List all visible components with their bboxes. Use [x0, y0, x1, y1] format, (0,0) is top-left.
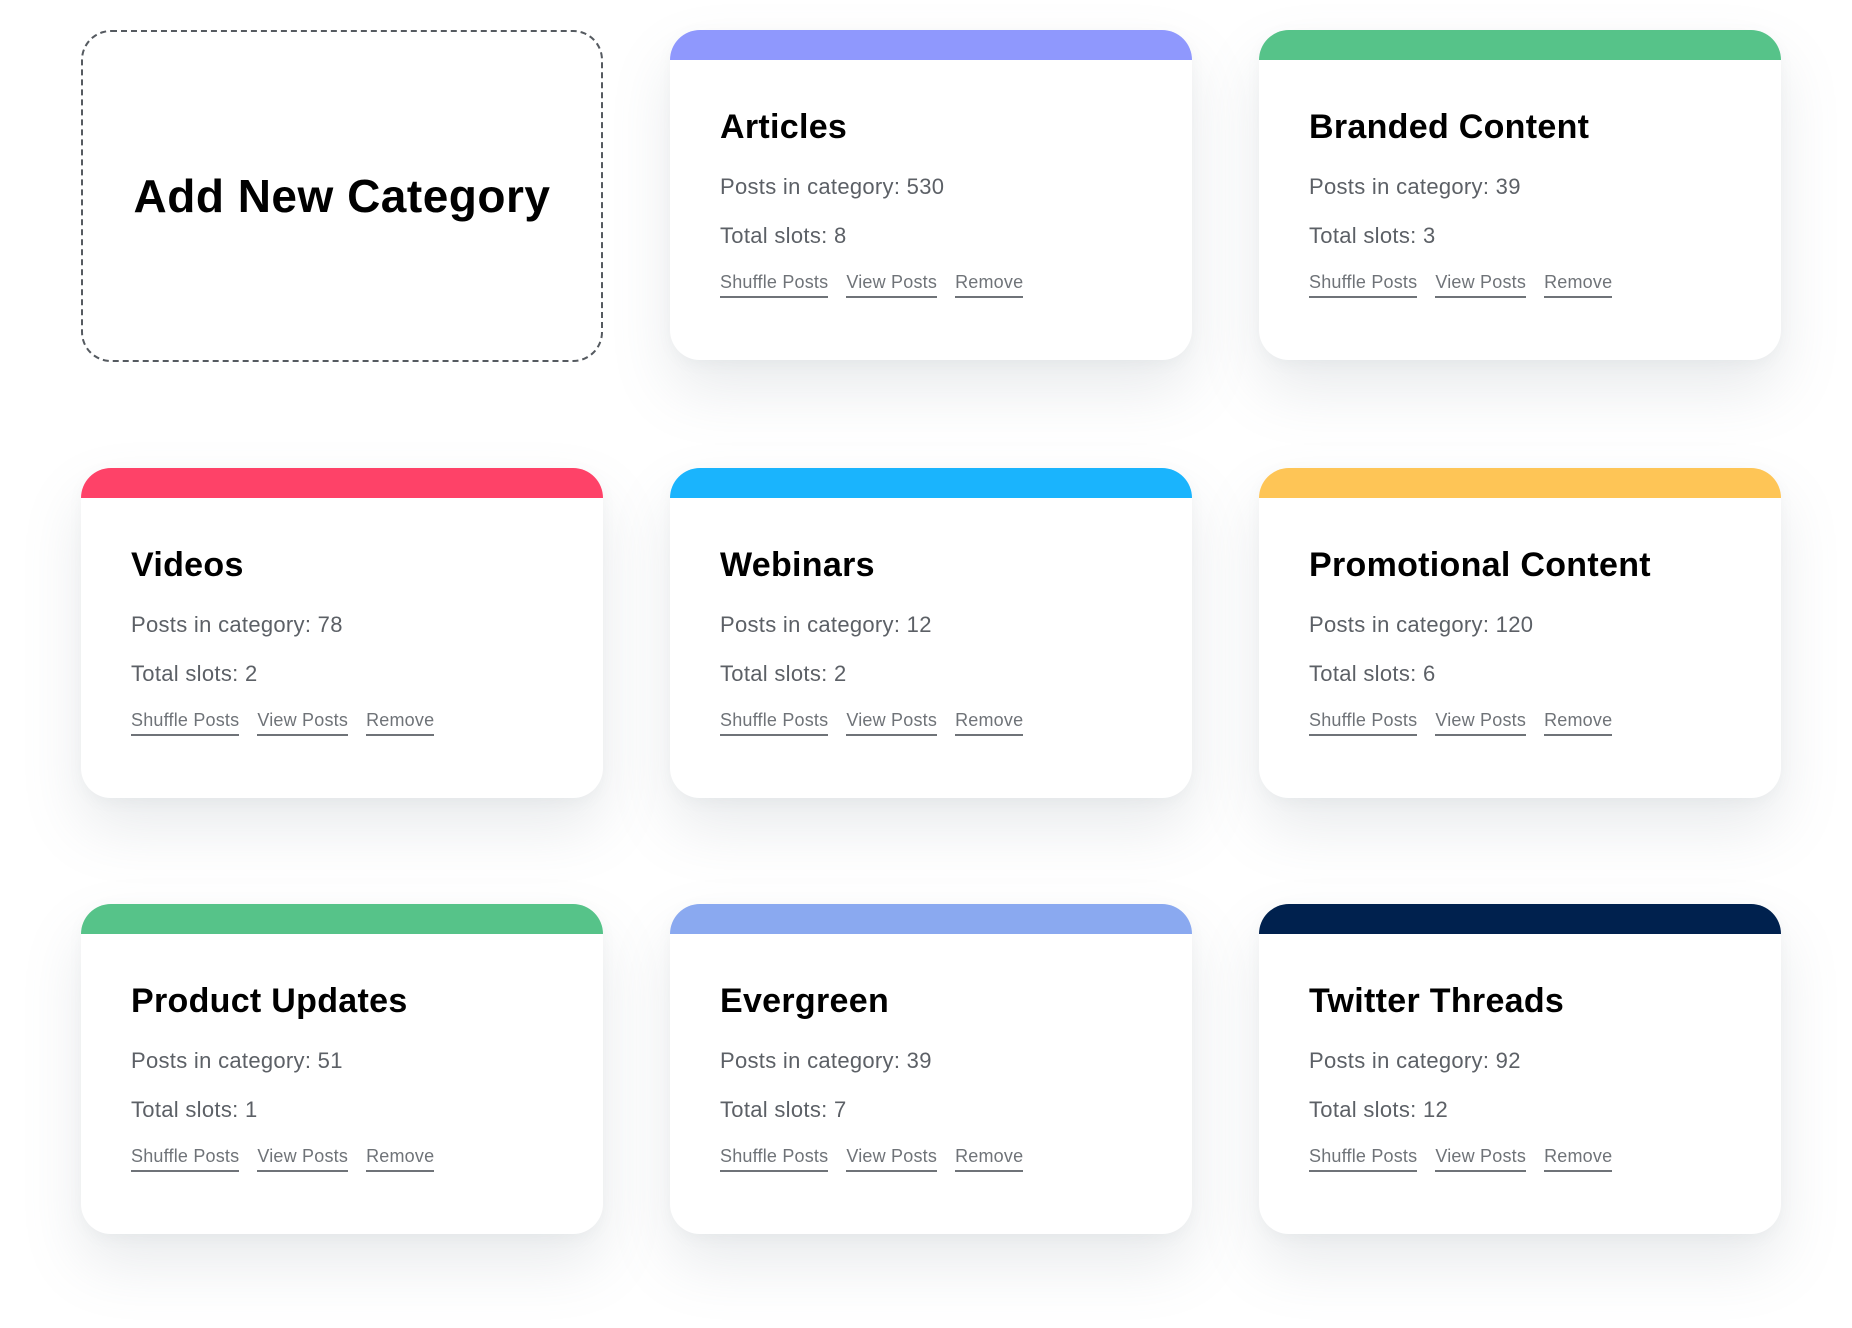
total-slots: Total slots: 7 — [720, 1097, 847, 1122]
view-posts-link[interactable]: View Posts — [257, 710, 349, 736]
category-actions: Shuffle Posts View Posts Remove — [1309, 272, 1781, 298]
category-color-bar — [81, 468, 603, 498]
posts-in-category: Posts in category: 39 — [720, 1048, 932, 1073]
view-posts-link[interactable]: View Posts — [1435, 272, 1527, 298]
shuffle-posts-link[interactable]: Shuffle Posts — [720, 1146, 829, 1172]
view-posts-link[interactable]: View Posts — [846, 1146, 938, 1172]
category-card-evergreen: Evergreen Posts in category: 39 Total sl… — [670, 904, 1192, 1234]
total-slots: Total slots: 2 — [720, 661, 847, 686]
remove-link[interactable]: Remove — [1544, 272, 1613, 298]
posts-in-category: Posts in category: 92 — [1309, 1048, 1521, 1073]
shuffle-posts-link[interactable]: Shuffle Posts — [1309, 272, 1418, 298]
category-card-twitter-threads: Twitter Threads Posts in category: 92 To… — [1259, 904, 1781, 1234]
posts-in-category: Posts in category: 51 — [131, 1048, 343, 1073]
add-new-category-label: Add New Category — [133, 170, 551, 222]
view-posts-link[interactable]: View Posts — [846, 710, 938, 736]
category-card-promotional-content: Promotional Content Posts in category: 1… — [1259, 468, 1781, 798]
category-card-webinars: Webinars Posts in category: 12 Total slo… — [670, 468, 1192, 798]
shuffle-posts-link[interactable]: Shuffle Posts — [131, 1146, 240, 1172]
shuffle-posts-link[interactable]: Shuffle Posts — [1309, 710, 1418, 736]
category-actions: Shuffle Posts View Posts Remove — [1309, 1146, 1781, 1172]
category-color-bar — [81, 904, 603, 934]
posts-in-category: Posts in category: 120 — [1309, 612, 1534, 637]
shuffle-posts-link[interactable]: Shuffle Posts — [720, 710, 829, 736]
shuffle-posts-link[interactable]: Shuffle Posts — [1309, 1146, 1418, 1172]
remove-link[interactable]: Remove — [366, 1146, 435, 1172]
view-posts-link[interactable]: View Posts — [257, 1146, 349, 1172]
shuffle-posts-link[interactable]: Shuffle Posts — [720, 272, 829, 298]
total-slots: Total slots: 6 — [1309, 661, 1436, 686]
category-color-bar — [1259, 904, 1781, 934]
category-actions: Shuffle Posts View Posts Remove — [720, 1146, 1192, 1172]
posts-in-category: Posts in category: 530 — [720, 174, 945, 199]
total-slots: Total slots: 12 — [1309, 1097, 1449, 1122]
category-color-bar — [1259, 30, 1781, 60]
remove-link[interactable]: Remove — [1544, 710, 1613, 736]
category-title: Promotional Content — [1309, 546, 1651, 584]
category-grid: Add New Category Articles Posts in categ… — [81, 30, 1781, 1234]
remove-link[interactable]: Remove — [955, 272, 1024, 298]
total-slots: Total slots: 1 — [131, 1097, 258, 1122]
remove-link[interactable]: Remove — [955, 710, 1024, 736]
view-posts-link[interactable]: View Posts — [846, 272, 938, 298]
category-title: Product Updates — [131, 982, 408, 1020]
view-posts-link[interactable]: View Posts — [1435, 710, 1527, 736]
category-title: Evergreen — [720, 982, 890, 1020]
category-color-bar — [670, 468, 1192, 498]
total-slots: Total slots: 3 — [1309, 223, 1436, 248]
category-title: Videos — [131, 546, 244, 584]
posts-in-category: Posts in category: 39 — [1309, 174, 1521, 199]
category-color-bar — [1259, 468, 1781, 498]
category-actions: Shuffle Posts View Posts Remove — [720, 710, 1192, 736]
view-posts-link[interactable]: View Posts — [1435, 1146, 1527, 1172]
category-color-bar — [670, 30, 1192, 60]
category-actions: Shuffle Posts View Posts Remove — [720, 272, 1192, 298]
category-card-product-updates: Product Updates Posts in category: 51 To… — [81, 904, 603, 1234]
category-card-branded-content: Branded Content Posts in category: 39 To… — [1259, 30, 1781, 360]
posts-in-category: Posts in category: 78 — [131, 612, 343, 637]
category-actions: Shuffle Posts View Posts Remove — [131, 710, 603, 736]
category-title: Articles — [720, 108, 848, 146]
category-card-videos: Videos Posts in category: 78 Total slots… — [81, 468, 603, 798]
category-title: Twitter Threads — [1309, 982, 1565, 1020]
remove-link[interactable]: Remove — [1544, 1146, 1613, 1172]
category-card-articles: Articles Posts in category: 530 Total sl… — [670, 30, 1192, 360]
category-color-bar — [670, 904, 1192, 934]
total-slots: Total slots: 2 — [131, 661, 258, 686]
add-new-category-button[interactable]: Add New Category — [81, 30, 603, 362]
remove-link[interactable]: Remove — [366, 710, 435, 736]
posts-in-category: Posts in category: 12 — [720, 612, 932, 637]
category-actions: Shuffle Posts View Posts Remove — [131, 1146, 603, 1172]
total-slots: Total slots: 8 — [720, 223, 847, 248]
remove-link[interactable]: Remove — [955, 1146, 1024, 1172]
category-actions: Shuffle Posts View Posts Remove — [1309, 710, 1781, 736]
category-title: Webinars — [720, 546, 875, 584]
shuffle-posts-link[interactable]: Shuffle Posts — [131, 710, 240, 736]
category-title: Branded Content — [1309, 108, 1590, 146]
